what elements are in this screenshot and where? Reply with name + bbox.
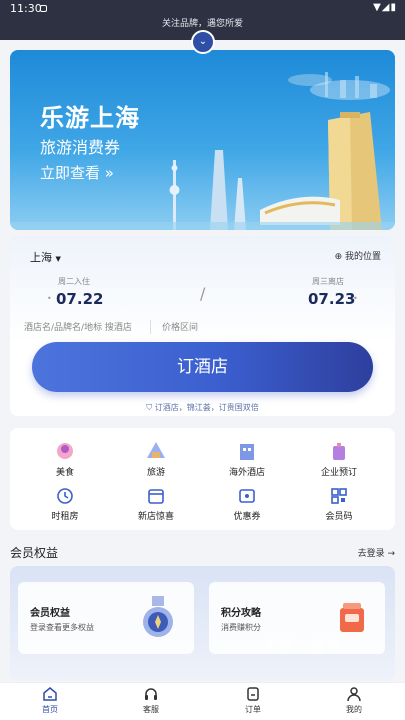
nav-home[interactable]: 首页: [20, 686, 80, 715]
menu-label: 美食: [55, 468, 74, 478]
member-code-icon: [331, 488, 347, 504]
menu-item-new-store[interactable]: 新店惊喜: [111, 486, 201, 522]
bottom-nav: 首页 客服 订单 我的: [0, 682, 405, 720]
guarantee-text: 订酒店，锦江荟，订贵国双倍: [154, 403, 259, 412]
menu-item-member-code[interactable]: 会员码: [294, 486, 384, 522]
book-hotel-button[interactable]: 订酒店: [32, 342, 373, 392]
menu-label: 旅游: [146, 468, 165, 478]
menu-label: 时租房: [51, 512, 79, 522]
dot-icon: •: [353, 294, 358, 303]
banner-view-now-link[interactable]: 立即查看 »: [40, 162, 114, 183]
promo-banner[interactable]: 乐游上海 旅游消费券 立即查看 »: [10, 50, 395, 230]
menu-item-food[interactable]: 美食: [20, 440, 110, 478]
user-icon: [347, 687, 361, 702]
banner-subtitle: 旅游消费券: [40, 138, 121, 157]
coupon-icon: [239, 489, 255, 503]
gift-box-icon: [340, 603, 364, 632]
hourly-room-icon: [57, 488, 73, 504]
headset-icon: [145, 688, 157, 700]
menu-item-overseas-hotel[interactable]: 海外酒店: [202, 440, 292, 478]
guarantee-note: ⛉ 订酒店，锦江荟，订贵国双倍: [10, 402, 395, 413]
hotel-search-card: 上海 ▼ ⊕ 我的位置 周二入住 • 07.22 / 周三离店 07.23 • …: [10, 236, 395, 416]
card-subtitle: 登录查看更多权益: [30, 623, 94, 632]
home-icon: [43, 687, 57, 701]
new-store-icon: [148, 489, 164, 504]
quick-menu: 美食 旅游 海外酒店 企业预订 时租房 新店惊喜 优惠券 会员码: [10, 428, 395, 530]
locate-icon: ⊕: [334, 252, 343, 262]
menu-label: 海外酒店: [228, 468, 265, 478]
city-selector[interactable]: 上海 ▼: [30, 249, 61, 265]
signal-battery-icon: ▼◢▮: [373, 2, 397, 13]
banner-title: 乐游上海: [40, 104, 140, 132]
corporate-booking-icon: [333, 443, 345, 460]
overseas-hotel-icon: [240, 444, 254, 460]
card-title: 会员权益: [30, 608, 70, 619]
price-range-input[interactable]: 价格区间: [162, 320, 198, 333]
my-location-label: 我的位置: [344, 252, 381, 262]
login-link[interactable]: 去登录 →: [358, 546, 395, 559]
order-icon: [247, 687, 259, 701]
menu-item-travel[interactable]: 旅游: [111, 440, 201, 478]
menu-label: 优惠券: [233, 512, 261, 522]
checkout-date[interactable]: 07.23: [308, 290, 355, 308]
field-divider: [150, 320, 151, 334]
medal-icon: [143, 596, 173, 637]
keyword-search-input[interactable]: 酒店名/品牌名/地标 搜酒店: [24, 320, 132, 333]
menu-item-corporate-booking[interactable]: 企业预订: [294, 440, 384, 478]
date-separator: /: [200, 284, 206, 303]
card-title: 积分攻略: [221, 608, 261, 619]
caret-down-icon: ▼: [55, 255, 61, 263]
dot-icon: •: [47, 294, 52, 303]
menu-label: 企业预订: [320, 468, 357, 478]
nav-profile[interactable]: 我的: [324, 686, 384, 715]
status-time: 11:30: [10, 2, 42, 15]
checkin-label: 周二入住: [58, 277, 90, 286]
nav-customer-service[interactable]: 客服: [121, 686, 181, 715]
checkin-date[interactable]: 07.22: [56, 290, 103, 308]
shield-icon: ⛉: [146, 403, 153, 412]
card-subtitle: 消费赚积分: [221, 623, 261, 632]
checkout-label: 周三离店: [312, 277, 344, 286]
nav-orders[interactable]: 订单: [223, 686, 283, 715]
food-icon: [57, 443, 73, 459]
member-benefits-card[interactable]: 会员权益 登录查看更多权益: [18, 582, 194, 654]
my-location-button[interactable]: ⊕ 我的位置: [335, 249, 381, 262]
member-benefits-area: 会员权益 登录查看更多权益 积分攻略 消费赚积分: [10, 566, 395, 681]
notification-icon: [40, 5, 47, 12]
follow-brand-text: 关注品牌，遇您所爱: [161, 19, 243, 29]
nav-label: 首页: [42, 705, 58, 714]
menu-label: 新店惊喜: [137, 512, 174, 522]
menu-item-coupon[interactable]: 优惠券: [202, 486, 292, 522]
watermark: 沃德下载站: [262, 638, 343, 656]
travel-icon: [147, 442, 165, 458]
chevron-down-icon[interactable]: ⌄: [191, 30, 215, 54]
menu-label: 会员码: [325, 512, 353, 522]
member-section-title: 会员权益: [10, 546, 59, 560]
nav-label: 订单: [245, 705, 261, 714]
city-name: 上海: [30, 251, 52, 264]
menu-item-hourly-room[interactable]: 时租房: [20, 486, 110, 522]
nav-label: 客服: [143, 705, 159, 714]
nav-label: 我的: [346, 705, 362, 714]
